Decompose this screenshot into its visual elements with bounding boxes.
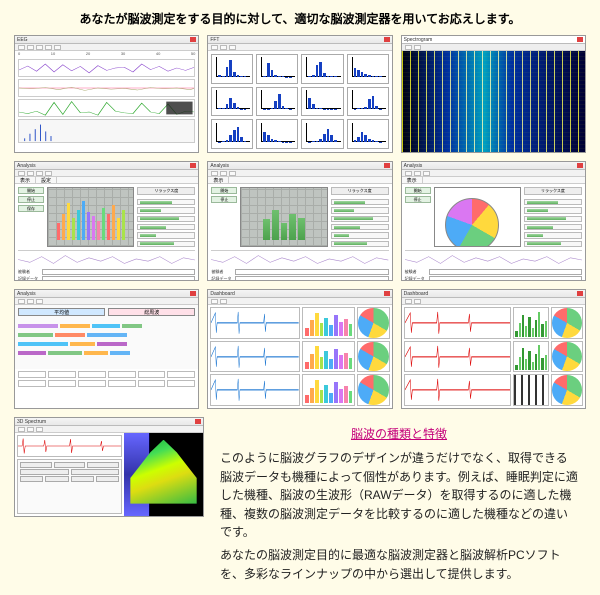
pie-chart	[445, 198, 499, 247]
close-icon	[577, 163, 583, 168]
description-paragraph-1: このように脳波グラフのデザインが違うだけでなく、取得できる脳波データも機種によっ…	[220, 449, 578, 542]
screenshot-grid: EEG 01020304050 FFT Spectrogram	[14, 35, 586, 409]
link-brainwave-types[interactable]: 脳波の種類と特徴	[220, 425, 578, 443]
start-button[interactable]: 開始	[18, 187, 44, 194]
save-button[interactable]: 保存	[18, 205, 44, 212]
spectrogram-heatmap	[402, 51, 585, 152]
screenshot-dashboard-a: Dashboard	[207, 289, 392, 409]
screenshot-spectrogram: Spectrogram	[401, 35, 586, 153]
close-icon	[384, 37, 390, 42]
close-icon	[384, 163, 390, 168]
description-paragraph-2: あなたの脳波測定目的に最適な脳波測定器と脳波解析PCソフトを、多彩なラインナップ…	[220, 546, 578, 583]
screenshot-histograms: FFT	[207, 35, 392, 153]
screenshot-bandpower-3d: Analysis 表示設定 開始 停止 保存 リラックス度 被験者記録データ	[14, 161, 199, 281]
close-icon	[384, 291, 390, 296]
page-heading: あなたが脳波測定をする目的に対して、適切な脳波測定器を用いてお応えします。	[14, 10, 586, 27]
stop-button[interactable]: 停止	[18, 196, 44, 203]
window-title: EEG	[17, 37, 28, 43]
close-icon	[190, 37, 196, 42]
close-icon	[577, 291, 583, 296]
close-icon	[190, 163, 196, 168]
close-icon	[195, 419, 201, 424]
screenshot-pie: Analysis 表示 開始停止 リラックス度 被験者記録データ	[401, 161, 586, 281]
screenshot-3d-spectrum: 3D Spectrum	[14, 417, 204, 517]
screenshot-eeg-waves: EEG 01020304050	[14, 35, 199, 153]
close-icon	[190, 291, 196, 296]
screenshot-dashboard-b: Dashboard	[401, 289, 586, 409]
close-icon	[577, 37, 583, 42]
screenshot-timeline: Analysis 平均値総周波	[14, 289, 199, 409]
screenshot-bandpower-small: Analysis 表示 開始停止 リラックス度 被験者記録データ	[207, 161, 392, 281]
description-block: 脳波の種類と特徴 このように脳波グラフのデザインが違うだけでなく、取得できる脳波…	[212, 417, 586, 587]
